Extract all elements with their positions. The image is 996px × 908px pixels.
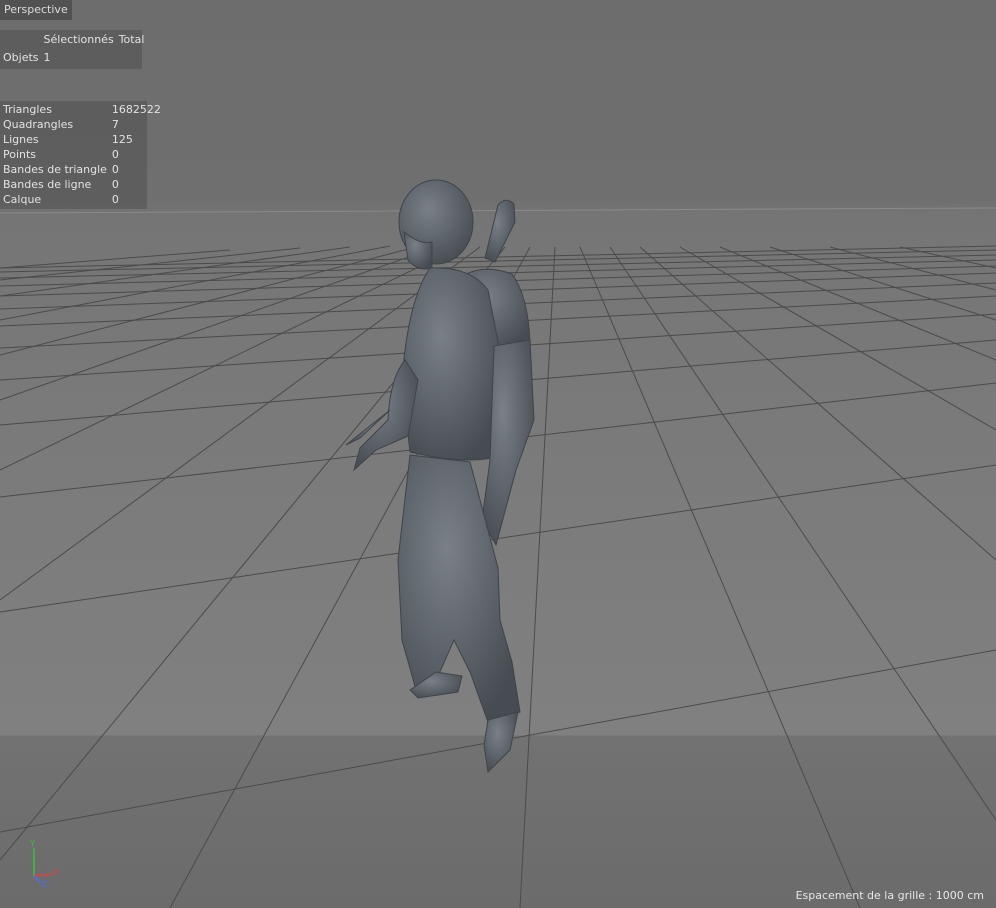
selection-header-row: Sélectionnés Total: [0, 31, 146, 50]
stat-row-triangles: Triangles 1682522: [0, 102, 163, 117]
grid-spacing-readout: Espacement de la grille : 1000 cm: [795, 889, 984, 902]
row-total-value: [116, 50, 147, 65]
stat-value: 0: [111, 163, 119, 176]
sword-hilt: [484, 199, 516, 263]
stat-row-points: Points 0: [0, 147, 163, 162]
selection-info-panel: Sélectionnés Total Objets 1: [0, 30, 144, 69]
header-selected: Sélectionnés: [43, 33, 114, 46]
model-torso: [401, 267, 501, 461]
y-axis-label: Y: [29, 839, 35, 848]
row-selected-value: 1: [43, 51, 51, 64]
selection-row-objects: Objets 1: [0, 50, 146, 65]
stat-row-quadrangles: Quadrangles 7: [0, 117, 163, 132]
selection-header-spacer: [0, 31, 41, 50]
z-axis-label: Z: [42, 880, 48, 888]
stat-label: Lignes: [3, 133, 39, 146]
stat-label: Quadrangles: [3, 118, 74, 131]
stat-label: Bandes de triangle: [3, 163, 107, 176]
stat-row-line-strips: Bandes de ligne 0: [0, 177, 163, 192]
stat-label: Calque: [3, 193, 42, 206]
camera-label[interactable]: Perspective: [0, 0, 72, 20]
z-axis-icon: [33, 875, 43, 885]
stat-value: 1682522: [111, 103, 161, 116]
model-right-foot: [483, 711, 519, 774]
stat-row-layer: Calque 0: [0, 192, 163, 207]
stat-value: 0: [111, 148, 119, 161]
stat-row-triangle-strips: Bandes de triangle 0: [0, 162, 163, 177]
header-total: Total: [118, 33, 145, 46]
model-left-arm: [353, 359, 419, 472]
stat-value: 0: [111, 193, 119, 206]
stat-value: 0: [111, 178, 119, 191]
x-axis-icon: [33, 873, 53, 877]
x-axis-label: X: [53, 868, 59, 877]
stat-label: Bandes de ligne: [3, 178, 92, 191]
axis-gizmo: Y X Z: [29, 839, 59, 888]
stat-label: Points: [3, 148, 37, 161]
stat-row-lines: Lignes 125: [0, 132, 163, 147]
perspective-viewport[interactable]: Perspective Sélectionnés Total Objets 1 …: [0, 0, 996, 908]
scene-stats-panel: Triangles 1682522 Quadrangles 7 Lignes 1…: [0, 101, 161, 209]
stat-value: 7: [111, 118, 119, 131]
row-label: Objets: [3, 51, 39, 64]
stat-value: 125: [111, 133, 133, 146]
stat-label: Triangles: [3, 103, 52, 116]
